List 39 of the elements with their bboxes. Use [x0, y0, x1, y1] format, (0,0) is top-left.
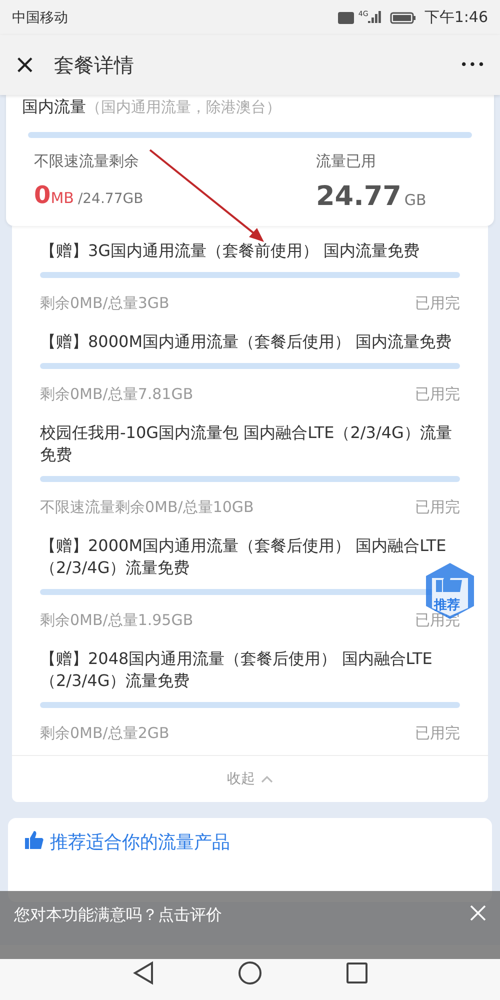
remaining-total: /24.77GB: [78, 191, 144, 207]
close-icon[interactable]: [470, 905, 486, 921]
battery-icon: [390, 12, 416, 24]
package-name: 【赠】8000M国内通用流量（套餐后使用） 国内流量免费: [40, 331, 453, 353]
used-unit: GB: [404, 191, 426, 209]
package-name: 【赠】2048国内通用流量（套餐后使用） 国内融合LTE（2/3/4G）流量免费: [40, 648, 434, 692]
collapse-button[interactable]: 收起: [12, 755, 488, 802]
package-detail: 剩余0MB/总量3GB: [40, 294, 170, 313]
close-button[interactable]: ×: [14, 52, 36, 78]
back-icon[interactable]: [132, 960, 154, 984]
package-detail: 不限速流量剩余0MB/总量10GB: [40, 498, 254, 517]
package-status: 已用完: [415, 724, 460, 743]
home-icon[interactable]: [238, 960, 262, 984]
package-status: 已用完: [415, 498, 460, 517]
package-detail: 剩余0MB/总量2GB: [40, 724, 170, 743]
section-subtitle: （国内通用流量，除港澳台）: [86, 98, 281, 116]
package-status: 已用完: [415, 294, 460, 313]
feedback-banner[interactable]: 您对本功能满意吗？点击评价: [0, 891, 500, 959]
section-title: 国内流量: [22, 97, 86, 116]
package-status: 已用完: [415, 385, 460, 404]
more-button[interactable]: •••: [460, 58, 486, 72]
package-detail: 剩余0MB/总量1.95GB: [40, 611, 194, 630]
used-value: 24.77: [316, 181, 402, 212]
signal-icon: [368, 10, 382, 24]
remaining-label: 不限速流量剩余: [34, 152, 139, 171]
clock: 下午1:46: [424, 8, 488, 27]
feedback-text: 您对本功能满意吗？点击评价: [14, 905, 222, 926]
recents-icon[interactable]: [346, 962, 368, 984]
package-name: 【赠】3G国内通用流量（套餐前使用） 国内流量免费: [40, 240, 421, 262]
package-detail: 剩余0MB/总量7.81GB: [40, 385, 194, 404]
package-name: 校园任我用-10G国内流量包 国内融合LTE（2/3/4G）流量免费: [40, 422, 453, 466]
used-label: 流量已用: [316, 152, 377, 171]
remaining-value: 0: [34, 181, 51, 209]
page-title: 套餐详情: [54, 52, 134, 78]
thumbs-up-icon: [24, 830, 44, 850]
chevron-up-icon: [261, 775, 273, 783]
recommend-title: 推荐适合你的流量产品: [50, 831, 230, 854]
remaining-unit: MB: [50, 189, 74, 207]
carrier: 中国移动: [12, 8, 68, 26]
